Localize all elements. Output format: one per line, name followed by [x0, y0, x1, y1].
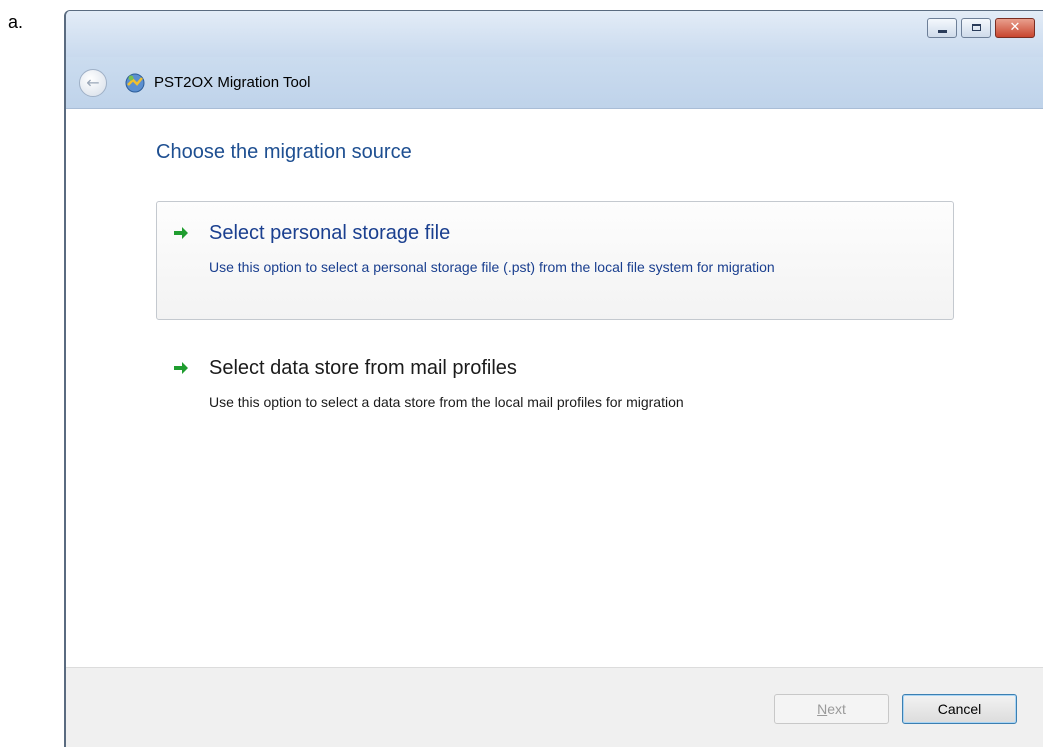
option-title: Select personal storage file [209, 222, 451, 244]
maximize-icon [972, 24, 981, 31]
option-description: Use this option to select a personal sto… [209, 259, 775, 275]
page-heading: Choose the migration source [156, 141, 412, 163]
document-label: a. [8, 12, 24, 32]
option-select-pst-file[interactable]: Select personal storage file Use this op… [156, 201, 954, 320]
back-arrow-icon: ← [86, 73, 100, 92]
title-bar[interactable]: ✕ [66, 11, 1043, 57]
green-arrow-icon [174, 227, 188, 239]
green-arrow-icon [174, 362, 188, 374]
next-accelerator: N [817, 701, 828, 717]
option-title: Select data store from mail profiles [209, 357, 517, 379]
next-label-rest: ext [827, 701, 846, 717]
close-button[interactable]: ✕ [995, 18, 1035, 38]
wizard-footer: Next Cancel [66, 667, 1043, 747]
minimize-icon [938, 30, 947, 33]
navigation-bar: ← PST2OX Migration Tool [66, 57, 1043, 109]
window-title: PST2OX Migration Tool [154, 74, 311, 91]
cancel-button[interactable]: Cancel [902, 694, 1017, 724]
option-description: Use this option to select a data store f… [209, 394, 684, 410]
window-controls: ✕ [927, 18, 1035, 40]
wizard-content: Choose the migration source Select perso… [66, 109, 1043, 667]
maximize-button[interactable] [961, 18, 991, 38]
close-icon: ✕ [1009, 20, 1021, 35]
next-button[interactable]: Next [774, 694, 889, 724]
option-select-mail-profile-store[interactable]: Select data store from mail profiles Use… [156, 336, 954, 426]
minimize-button[interactable] [927, 18, 957, 38]
migration-tool-icon [125, 73, 145, 93]
wizard-window: ✕ ← PST2OX Migration Tool Choose the mig… [64, 10, 1043, 747]
back-button[interactable]: ← [79, 69, 107, 97]
